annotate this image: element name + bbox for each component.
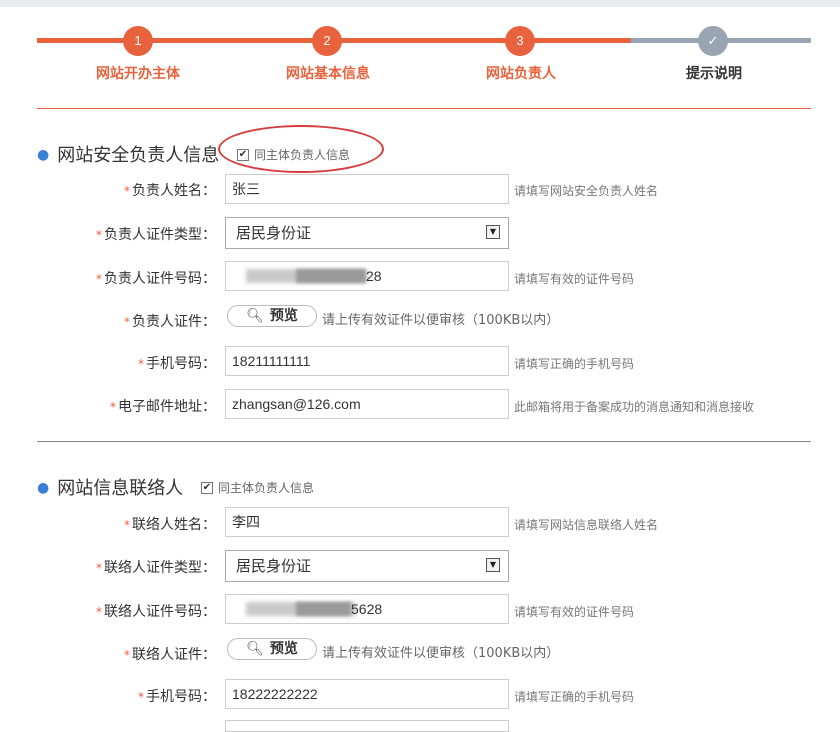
security-phone-label: * 手机号码：: [138, 356, 216, 372]
contact-phone-hint: 请填写正确的手机号码: [514, 690, 635, 704]
step-4-label: 提示说明: [686, 66, 742, 82]
contact-email-input-partial[interactable]: [225, 720, 509, 732]
contact-id-number-input[interactable]: 5628: [225, 594, 509, 624]
security-id-number-hint: 请填写有效的证件号码: [514, 272, 635, 286]
contact-name-hint: 请填写网站信息联络人姓名: [514, 518, 659, 532]
security-id-number-suffix: 28: [366, 268, 382, 284]
contact-section-title: ● 网站信息联络人: [37, 474, 183, 500]
security-email-hint: 此邮箱将用于备案成功的消息通知和消息接收: [514, 400, 755, 414]
contact-phone-label: * 手机号码：: [138, 689, 216, 705]
contact-id-number-hint: 请填写有效的证件号码: [514, 605, 635, 619]
step-1-circle: 1: [123, 26, 153, 56]
security-upload-hint: 请上传有效证件以便审核（100KB以内）: [322, 313, 560, 328]
chevron-down-icon[interactable]: ▼: [486, 558, 500, 572]
redacted-blur-dark: [296, 269, 366, 283]
security-id-type-select[interactable]: 居民身份证 ▼: [225, 217, 509, 249]
security-section-title-text: 网站安全负责人信息: [57, 145, 220, 166]
contact-id-number-suffix: 5628: [351, 601, 383, 617]
contact-id-number-label: * 联络人证件号码：: [96, 604, 216, 620]
security-phone-input[interactable]: 18211111111: [225, 346, 509, 376]
security-id-type-label: * 负责人证件类型：: [96, 227, 216, 243]
magnifier-icon: 🔍︎: [246, 641, 264, 657]
contact-name-input[interactable]: 李四: [225, 507, 509, 537]
security-email-label: * 电子邮件地址：: [110, 399, 216, 415]
security-id-doc-label: * 负责人证件：: [124, 314, 216, 330]
redacted-blur-dark: [296, 602, 351, 616]
contact-phone-input[interactable]: 18222222222: [225, 679, 509, 709]
step-3-circle: 3: [505, 26, 535, 56]
security-id-type-value: 居民身份证: [236, 224, 312, 242]
step-1-label: 网站开办主体: [96, 66, 180, 82]
contact-name-label: * 联络人姓名：: [124, 517, 216, 533]
section-divider: [37, 441, 811, 442]
contact-id-doc-label: * 联络人证件：: [124, 647, 216, 663]
top-bar: [0, 0, 840, 7]
contact-id-type-label: * 联络人证件类型：: [96, 560, 216, 576]
contact-id-type-value: 居民身份证: [236, 557, 312, 575]
step-3-label: 网站负责人: [486, 66, 556, 82]
contact-same-as-owner[interactable]: ✔ 同主体负责人信息: [201, 479, 314, 496]
security-id-number-input[interactable]: 28: [225, 261, 509, 291]
step-2-circle: 2: [312, 26, 342, 56]
contact-section-title-text: 网站信息联络人: [57, 478, 184, 499]
step-2-label: 网站基本信息: [286, 66, 370, 82]
security-preview-button[interactable]: 🔍︎ 预览: [227, 305, 317, 327]
contact-same-as-owner-label: 同主体负责人信息: [218, 481, 315, 495]
security-name-label: * 负责人姓名：: [124, 183, 216, 199]
checkbox-icon[interactable]: ✔: [201, 481, 213, 494]
security-phone-hint: 请填写正确的手机号码: [514, 357, 635, 371]
security-name-input[interactable]: 张三: [225, 174, 509, 204]
step-4-check-icon: ✓: [698, 26, 728, 56]
security-name-hint: 请填写网站安全负责人姓名: [514, 184, 659, 198]
bullet-icon: ●: [37, 480, 50, 496]
security-email-input[interactable]: zhangsan@126.com: [225, 389, 509, 419]
chevron-down-icon[interactable]: ▼: [486, 225, 500, 239]
bullet-icon: ●: [37, 147, 50, 163]
magnifier-icon: 🔍︎: [246, 308, 264, 324]
stepper-divider: [37, 108, 811, 109]
security-section-title: ● 网站安全负责人信息: [37, 141, 219, 167]
security-id-number-label: * 负责人证件号码：: [96, 271, 216, 287]
contact-upload-hint: 请上传有效证件以便审核（100KB以内）: [322, 646, 560, 661]
contact-preview-button[interactable]: 🔍︎ 预览: [227, 638, 317, 660]
contact-id-type-select[interactable]: 居民身份证 ▼: [225, 550, 509, 582]
highlight-oval-annotation: [218, 125, 384, 173]
